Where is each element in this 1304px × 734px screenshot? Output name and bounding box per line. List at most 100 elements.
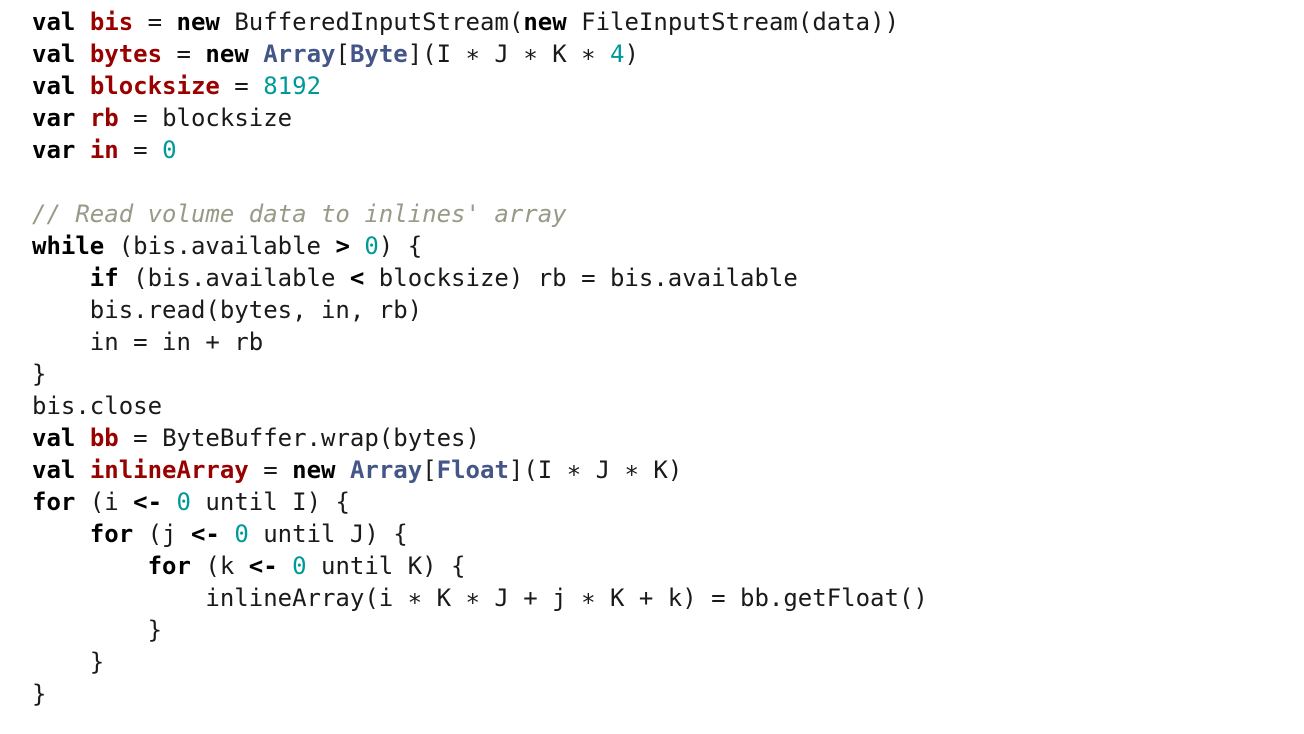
code-text: (bis.available [118, 264, 350, 292]
type-token: Array [263, 40, 336, 68]
identifier-token: in [89, 136, 119, 164]
keyword-token: new [523, 8, 567, 36]
keyword-token: while [32, 232, 105, 260]
code-line: val bytes = new Array[Byte](I ∗ J ∗ K ∗ … [32, 38, 1292, 70]
identifier-token: bytes [89, 40, 163, 68]
keyword-token: if [89, 264, 119, 292]
keyword-token: val [32, 8, 76, 36]
identifier-token: bb [89, 424, 119, 452]
code-text: ](I ∗ J ∗ K ∗ [407, 40, 611, 68]
code-line: // Read volume data to inlines' array [32, 198, 1292, 230]
code-text: ) [624, 40, 639, 68]
code-line: var rb = blocksize [32, 102, 1292, 134]
keyword-token: val [32, 424, 76, 452]
code-line: val bb = ByteBuffer.wrap(bytes) [32, 422, 1292, 454]
number-token: 0 [176, 488, 191, 516]
code-line: for (k <- 0 until K) { [32, 550, 1292, 582]
keyword-token: new [205, 40, 249, 68]
code-text: until K) { [306, 552, 466, 580]
keyword-token: new [292, 456, 336, 484]
identifier-token: bis [89, 8, 134, 36]
code-line: } [32, 358, 1292, 390]
code-text: until I) { [190, 488, 350, 516]
code-line: } [32, 646, 1292, 678]
code-text: ](I ∗ J ∗ K) [508, 456, 683, 484]
keyword-token: val [32, 72, 76, 100]
code-line: for (j <- 0 until J) { [32, 518, 1292, 550]
code-text: (j [133, 520, 191, 548]
code-text: blocksize) rb = bis.available [364, 264, 798, 292]
keyword-token: val [32, 456, 76, 484]
code-text: = ByteBuffer.wrap(bytes) [118, 424, 480, 452]
code-line: } [32, 678, 1292, 710]
code-line: var in = 0 [32, 134, 1292, 166]
code-line: val blocksize = 8192 [32, 70, 1292, 102]
identifier-token: rb [89, 104, 119, 132]
keyword-token: val [32, 40, 76, 68]
number-token: 0 [292, 552, 307, 580]
operator-token: <- [248, 552, 278, 580]
number-token: 0 [364, 232, 379, 260]
code-text: [ [422, 456, 437, 484]
code-text: (i [75, 488, 134, 516]
number-token: 8192 [263, 72, 322, 100]
code-line: bis.close [32, 390, 1292, 422]
code-text: [ [335, 40, 350, 68]
keyword-token: for [32, 488, 76, 516]
code-text: } [32, 360, 47, 388]
identifier-token: inlineArray [89, 456, 249, 484]
keyword-token: var [32, 136, 76, 164]
operator-token: <- [190, 520, 220, 548]
code-text: (k [190, 552, 249, 580]
type-token: Array [349, 456, 423, 484]
code-line: inlineArray(i ∗ K ∗ J + j ∗ K + k) = bb.… [32, 582, 1292, 614]
code-text: } [32, 680, 47, 708]
code-line: } [32, 614, 1292, 646]
number-token: 0 [162, 136, 177, 164]
code-text: = [219, 72, 264, 100]
code-line: if (bis.available < blocksize) rb = bis.… [32, 262, 1292, 294]
keyword-token: new [176, 8, 220, 36]
code-text: (bis.available [104, 232, 336, 260]
code-text: FileInputStream(data)) [566, 8, 900, 36]
code-text: until J) { [248, 520, 408, 548]
code-text: in = in + rb [32, 328, 264, 356]
comment-token: // Read volume data to inlines' array [32, 200, 567, 228]
keyword-token: var [32, 104, 76, 132]
code-line: val inlineArray = new Array[Float](I ∗ J… [32, 454, 1292, 486]
code-text: bis.read(bytes, in, rb) [32, 296, 423, 324]
code-text: } [32, 616, 163, 644]
code-line: for (i <- 0 until I) { [32, 486, 1292, 518]
code-text: = [162, 40, 206, 68]
identifier-token: blocksize [89, 72, 220, 100]
code-block: val bis = new BufferedInputStream(new Fi… [32, 6, 1292, 710]
code-text: inlineArray(i ∗ K ∗ J + j ∗ K + k) = bb.… [32, 584, 928, 612]
code-text: BufferedInputStream( [219, 8, 524, 36]
keyword-token: for [89, 520, 134, 548]
code-text: = [248, 456, 293, 484]
code-text: } [32, 648, 105, 676]
code-line: while (bis.available > 0) { [32, 230, 1292, 262]
code-line: val bis = new BufferedInputStream(new Fi… [32, 6, 1292, 38]
code-text: ) { [378, 232, 423, 260]
number-token: 4 [610, 40, 625, 68]
operator-token: < [349, 264, 365, 292]
operator-token: <- [133, 488, 163, 516]
code-text: = blocksize [118, 104, 293, 132]
